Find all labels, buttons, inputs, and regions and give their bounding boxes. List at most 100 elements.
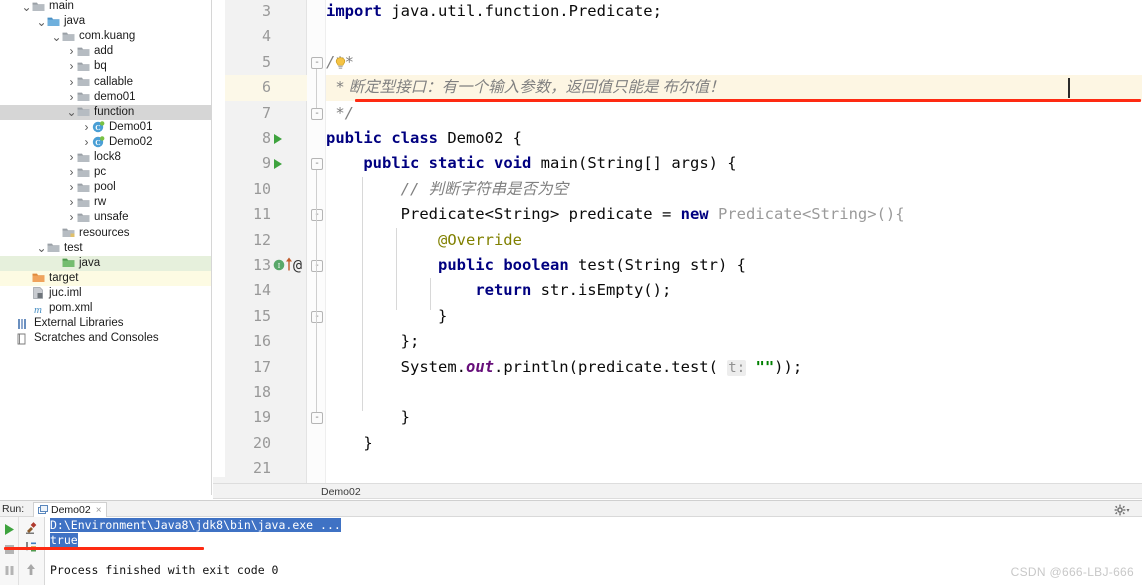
tree-item-lock8[interactable]: › lock8 [0,150,211,165]
folder-test-source [62,257,76,269]
annotation-gutter-icon[interactable]: @ [293,253,302,278]
code-text-area[interactable]: import java.util.function.Predicate;/** … [326,0,1142,483]
code-line-16[interactable]: }; [326,329,420,354]
override-arrow-icon[interactable] [285,257,293,276]
chevron-down-icon[interactable]: ⌄ [51,31,62,43]
tree-item-bq[interactable]: › bq [0,59,211,74]
close-icon[interactable]: × [96,505,102,516]
scroll-to-end-icon[interactable] [24,541,38,560]
project-tree-panel[interactable]: ⌄ main ⌄ java ⌄ com.kuang › add › bq › callable › dem… [0,0,212,495]
chevron-right-icon[interactable]: › [66,180,77,195]
line-number: 20 [252,433,271,452]
code-line-12[interactable]: @Override [326,228,522,253]
svg-text:C: C [95,123,100,132]
chevron-down-icon[interactable]: ⌄ [66,106,77,118]
run-icon[interactable] [4,522,15,540]
tree-item-label: java [79,256,101,269]
folder-source [47,16,61,28]
folder-package [77,46,91,58]
code-line-20[interactable]: } [326,431,372,456]
fold-toggle-icon[interactable]: - [311,260,323,272]
implementing-method-icon[interactable]: I [273,258,285,276]
code-line-6[interactable]: * 断定型接口：有一个输入参数，返回值只能是 布尔值！ [326,75,724,100]
chevron-right-icon[interactable]: › [66,90,77,105]
chevron-right-icon[interactable]: › [81,120,92,135]
tree-item-demo02[interactable]: › C Demo02 [0,135,211,150]
chevron-down-icon[interactable]: ⌄ [36,242,47,254]
run-method-icon[interactable] [274,159,282,170]
console-line[interactable]: D:\Environment\Java8\jdk8\bin\java.exe .… [50,518,341,532]
line-number: 4 [261,27,271,46]
chevron-right-icon[interactable]: › [66,150,77,165]
tree-item-label: lock8 [94,151,121,163]
chevron-right-icon[interactable]: › [66,44,77,59]
tree-item-main[interactable]: ⌄ main [0,0,211,14]
rerun-icon[interactable] [25,521,38,539]
tree-item-pom-xml[interactable]: m pom.xml [0,301,211,316]
tree-item-external-libraries[interactable]: External Libraries [0,316,211,331]
fold-toggle-icon[interactable]: - [311,209,323,222]
code-line-7[interactable]: */ [326,101,354,126]
run-tab-demo02[interactable]: Demo02 × [33,502,107,517]
tree-item-com-kuang[interactable]: ⌄ com.kuang [0,29,211,44]
code-editor[interactable]: 3 4 5 6 7 8 9 10 11 12 13 14 15 16 17 18 19 20 21 I @ ------… [213,0,1142,483]
console-line[interactable]: true [50,533,78,547]
tree-item-test[interactable]: ⌄ test [0,241,211,256]
tree-item-pc[interactable]: › pc [0,165,211,180]
tree-item-label: test [64,241,83,254]
code-line-19[interactable]: } [326,405,410,430]
tree-item-callable[interactable]: › callable [0,75,211,90]
editor-fold-gutter[interactable]: - - - - - - - [307,0,326,483]
code-line-11[interactable]: Predicate<String> predicate = new Predic… [326,202,905,227]
tree-item-demo01[interactable]: › C Demo01 [0,120,211,135]
tree-item-unsafe[interactable]: › unsafe [0,210,211,225]
chevron-right-icon[interactable]: › [66,75,77,90]
code-line-14[interactable]: return str.isEmpty(); [326,278,671,303]
pause-icon[interactable] [4,563,15,581]
chevron-down-icon[interactable]: ⌄ [21,1,32,13]
console-output[interactable]: D:\Environment\Java8\jdk8\bin\java.exe .… [4,517,1142,585]
console-line[interactable]: Process finished with exit code 0 [50,563,278,577]
up-arrow-icon[interactable] [25,563,37,581]
run-output-controls-column[interactable] [18,517,45,585]
tree-item-label: resources [79,226,130,239]
chevron-right-icon[interactable]: › [66,210,77,225]
code-line-3[interactable]: import java.util.function.Predicate; [326,0,662,24]
run-class-icon[interactable] [274,134,282,144]
fold-toggle-icon[interactable]: - [311,412,323,425]
code-line-8[interactable]: public class Demo02 { [326,126,522,151]
fold-toggle-icon[interactable]: - [311,158,323,171]
tree-item-resources[interactable]: resources [0,226,211,241]
fold-toggle-icon[interactable]: - [311,56,323,69]
tree-item-add[interactable]: › add [0,44,211,59]
chevron-right-icon[interactable]: › [66,195,77,210]
tree-item-demo01[interactable]: › demo01 [0,90,211,105]
tree-item-label: pool [94,181,116,194]
tree-item-pool[interactable]: › pool [0,180,211,195]
code-line-13[interactable]: public boolean test(String str) { [326,253,746,278]
editor-gutter[interactable]: 3 4 5 6 7 8 9 10 11 12 13 14 15 16 17 18 19 20 21 I @ [225,0,307,483]
breadcrumb[interactable]: Demo02 [213,483,1142,499]
tree-item-java[interactable]: java [0,255,211,271]
code-line-9[interactable]: public static void main(String[] args) { [326,151,736,176]
tree-item-function[interactable]: ⌄ function [0,104,211,120]
chevron-down-icon[interactable]: ⌄ [36,16,47,28]
tree-item-label: Demo01 [109,120,153,133]
tree-item-java[interactable]: ⌄ java [0,14,211,29]
chevron-right-icon[interactable]: › [66,165,77,180]
console-tab-icon [38,505,48,515]
stop-icon[interactable] [4,542,15,560]
intention-bulb-icon[interactable] [335,57,346,75]
chevron-right-icon[interactable]: › [81,135,92,150]
tree-item-juc-iml[interactable]: juc.iml [0,286,211,301]
code-line-17[interactable]: System.out.println(predicate.test( t: ""… [326,355,802,380]
java-class: C [92,136,106,148]
tree-item-target[interactable]: target [0,270,211,286]
tree-item-rw[interactable]: › rw [0,195,211,210]
fold-toggle-icon[interactable]: - [311,310,323,323]
run-tool-window[interactable]: Run: Demo02 × D:\Environment\Java8\jdk8\… [0,500,1142,585]
run-controls-column[interactable] [0,517,18,585]
tree-item-scratches-and-consoles[interactable]: Scratches and Consoles [0,331,211,346]
fold-toggle-icon[interactable]: - [311,107,323,120]
chevron-right-icon[interactable]: › [66,59,77,74]
